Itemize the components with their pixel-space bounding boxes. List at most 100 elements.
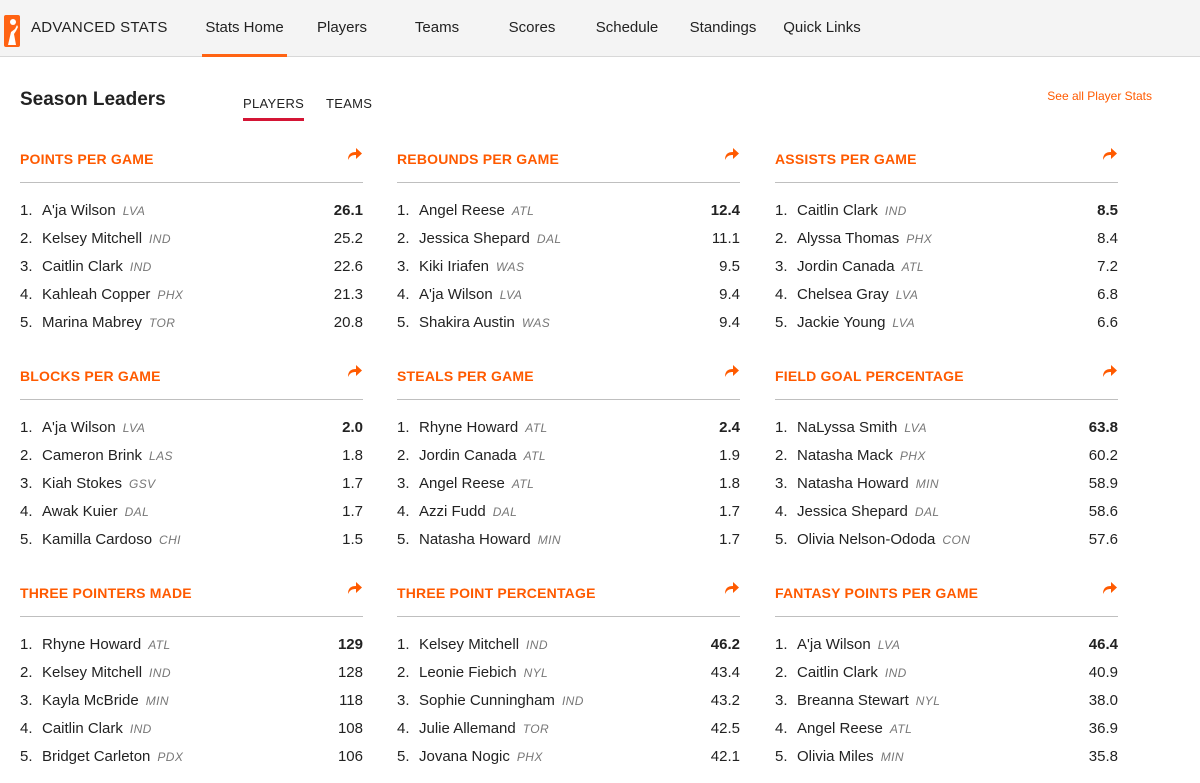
player-name-link[interactable]: Natasha Howard: [419, 531, 531, 548]
leader-row[interactable]: 4. Julie Allemand TOR 42.5: [397, 720, 740, 740]
leader-row[interactable]: 5. Olivia Miles MIN 35.8: [775, 748, 1118, 768]
leader-row[interactable]: 4. Jessica Shepard DAL 58.6: [775, 503, 1118, 523]
player-name-link[interactable]: A'ja Wilson: [797, 636, 871, 653]
leader-row[interactable]: 4. Caitlin Clark IND 108: [20, 720, 363, 740]
nav-teams[interactable]: Teams: [410, 0, 464, 56]
leader-row[interactable]: 2. Leonie Fiebich NYL 43.4: [397, 664, 740, 684]
player-name-link[interactable]: Kiah Stokes: [42, 475, 122, 492]
leader-row[interactable]: 3. Kiki Iriafen WAS 9.5: [397, 258, 740, 278]
player-name-link[interactable]: Sophie Cunningham: [419, 692, 555, 709]
leader-row[interactable]: 3. Caitlin Clark IND 22.6: [20, 258, 363, 278]
player-name-link[interactable]: Caitlin Clark: [42, 720, 123, 737]
share-arrow-icon[interactable]: [1102, 364, 1118, 378]
player-name-link[interactable]: Jordin Canada: [797, 258, 895, 275]
leader-row[interactable]: 3. Breanna Stewart NYL 38.0: [775, 692, 1118, 712]
nav-scores[interactable]: Scores: [503, 0, 561, 56]
leader-row[interactable]: 5. Jovana Nogic PHX 42.1: [397, 748, 740, 768]
player-name-link[interactable]: Alyssa Thomas: [797, 230, 899, 247]
player-name-link[interactable]: Kahleah Copper: [42, 286, 150, 303]
share-arrow-icon[interactable]: [724, 364, 740, 378]
share-arrow-icon[interactable]: [724, 581, 740, 595]
leader-row[interactable]: 2. Jessica Shepard DAL 11.1: [397, 230, 740, 250]
leader-row[interactable]: 5. Natasha Howard MIN 1.7: [397, 531, 740, 551]
player-name-link[interactable]: Caitlin Clark: [797, 202, 878, 219]
player-name-link[interactable]: Azzi Fudd: [419, 503, 486, 520]
card-title[interactable]: REBOUNDS PER GAME: [397, 151, 559, 167]
player-name-link[interactable]: Leonie Fiebich: [419, 664, 517, 681]
leader-row[interactable]: 4. Awak Kuier DAL 1.7: [20, 503, 363, 523]
player-name-link[interactable]: Rhyne Howard: [42, 636, 141, 653]
card-title[interactable]: POINTS PER GAME: [20, 151, 154, 167]
player-name-link[interactable]: Marina Mabrey: [42, 314, 142, 331]
leader-row[interactable]: 1. Angel Reese ATL 12.4: [397, 202, 740, 222]
share-arrow-icon[interactable]: [347, 147, 363, 161]
leader-row[interactable]: 2. Jordin Canada ATL 1.9: [397, 447, 740, 467]
player-name-link[interactable]: Olivia Nelson-Ododa: [797, 531, 935, 548]
leader-row[interactable]: 2. Cameron Brink LAS 1.8: [20, 447, 363, 467]
leader-row[interactable]: 3. Natasha Howard MIN 58.9: [775, 475, 1118, 495]
nav-stats-home[interactable]: Stats Home: [202, 0, 287, 57]
leader-row[interactable]: 4. Angel Reese ATL 36.9: [775, 720, 1118, 740]
card-title[interactable]: THREE POINT PERCENTAGE: [397, 585, 596, 601]
leader-row[interactable]: 3. Sophie Cunningham IND 43.2: [397, 692, 740, 712]
share-arrow-icon[interactable]: [1102, 581, 1118, 595]
leader-row[interactable]: 2. Kelsey Mitchell IND 25.2: [20, 230, 363, 250]
player-name-link[interactable]: Angel Reese: [797, 720, 883, 737]
leader-row[interactable]: 1. Rhyne Howard ATL 129: [20, 636, 363, 656]
leader-row[interactable]: 5. Marina Mabrey TOR 20.8: [20, 314, 363, 334]
leader-row[interactable]: 3. Angel Reese ATL 1.8: [397, 475, 740, 495]
player-name-link[interactable]: Breanna Stewart: [797, 692, 909, 709]
player-name-link[interactable]: Natasha Mack: [797, 447, 893, 464]
card-title[interactable]: BLOCKS PER GAME: [20, 368, 161, 384]
player-name-link[interactable]: A'ja Wilson: [419, 286, 493, 303]
leader-row[interactable]: 5. Olivia Nelson-Ododa CON 57.6: [775, 531, 1118, 551]
player-name-link[interactable]: Caitlin Clark: [42, 258, 123, 275]
wnba-logo-icon[interactable]: [4, 15, 20, 47]
leader-row[interactable]: 1. A'ja Wilson LVA 46.4: [775, 636, 1118, 656]
card-title[interactable]: FANTASY POINTS PER GAME: [775, 585, 978, 601]
player-name-link[interactable]: Jessica Shepard: [797, 503, 908, 520]
leader-row[interactable]: 5. Shakira Austin WAS 9.4: [397, 314, 740, 334]
player-name-link[interactable]: Kayla McBride: [42, 692, 139, 709]
nav-standings[interactable]: Standings: [684, 0, 762, 56]
leader-row[interactable]: 4. Chelsea Gray LVA 6.8: [775, 286, 1118, 306]
player-name-link[interactable]: Awak Kuier: [42, 503, 118, 520]
leader-row[interactable]: 1. Rhyne Howard ATL 2.4: [397, 419, 740, 439]
leader-row[interactable]: 4. Azzi Fudd DAL 1.7: [397, 503, 740, 523]
see-all-player-stats-link[interactable]: See all Player Stats: [1047, 89, 1152, 103]
player-name-link[interactable]: A'ja Wilson: [42, 419, 116, 436]
leader-row[interactable]: 5. Kamilla Cardoso CHI 1.5: [20, 531, 363, 551]
share-arrow-icon[interactable]: [724, 147, 740, 161]
share-arrow-icon[interactable]: [347, 364, 363, 378]
player-name-link[interactable]: Jackie Young: [797, 314, 885, 331]
leader-row[interactable]: 3. Kayla McBride MIN 118: [20, 692, 363, 712]
player-name-link[interactable]: Kamilla Cardoso: [42, 531, 152, 548]
player-name-link[interactable]: Jovana Nogic: [419, 748, 510, 765]
share-arrow-icon[interactable]: [1102, 147, 1118, 161]
player-name-link[interactable]: Angel Reese: [419, 475, 505, 492]
player-name-link[interactable]: Chelsea Gray: [797, 286, 889, 303]
leader-row[interactable]: 5. Jackie Young LVA 6.6: [775, 314, 1118, 334]
leader-row[interactable]: 1. Kelsey Mitchell IND 46.2: [397, 636, 740, 656]
player-name-link[interactable]: Cameron Brink: [42, 447, 142, 464]
leader-row[interactable]: 3. Kiah Stokes GSV 1.7: [20, 475, 363, 495]
share-arrow-icon[interactable]: [347, 581, 363, 595]
leader-row[interactable]: 4. A'ja Wilson LVA 9.4: [397, 286, 740, 306]
leader-row[interactable]: 5. Bridget Carleton PDX 106: [20, 748, 363, 768]
player-name-link[interactable]: Kelsey Mitchell: [419, 636, 519, 653]
player-name-link[interactable]: Shakira Austin: [419, 314, 515, 331]
card-title[interactable]: ASSISTS PER GAME: [775, 151, 917, 167]
player-name-link[interactable]: Kelsey Mitchell: [42, 664, 142, 681]
player-name-link[interactable]: Olivia Miles: [797, 748, 874, 765]
leader-row[interactable]: 1. A'ja Wilson LVA 26.1: [20, 202, 363, 222]
leader-row[interactable]: 2. Caitlin Clark IND 40.9: [775, 664, 1118, 684]
player-name-link[interactable]: Bridget Carleton: [42, 748, 150, 765]
player-name-link[interactable]: Natasha Howard: [797, 475, 909, 492]
tab-teams[interactable]: TEAMS: [326, 96, 372, 111]
leader-row[interactable]: 2. Alyssa Thomas PHX 8.4: [775, 230, 1118, 250]
leader-row[interactable]: 2. Natasha Mack PHX 60.2: [775, 447, 1118, 467]
leader-row[interactable]: 3. Jordin Canada ATL 7.2: [775, 258, 1118, 278]
tab-players[interactable]: PLAYERS: [243, 96, 305, 121]
player-name-link[interactable]: Jessica Shepard: [419, 230, 530, 247]
player-name-link[interactable]: Angel Reese: [419, 202, 505, 219]
